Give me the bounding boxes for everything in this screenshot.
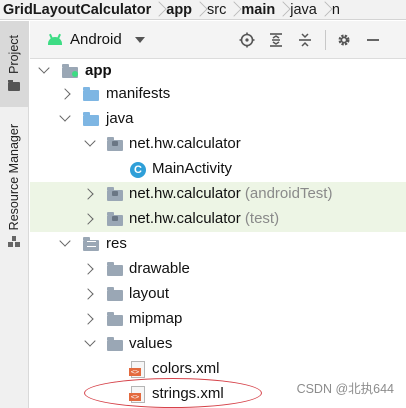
breadcrumb-project[interactable]: GridLayoutCalculator bbox=[0, 2, 155, 18]
tree-row-package-android-test[interactable]: net.hw.calculator (androidTest) bbox=[30, 182, 406, 207]
tree-row-drawable[interactable]: drawable bbox=[30, 257, 406, 282]
tree-row-res[interactable]: res bbox=[30, 232, 406, 257]
chevron-right-icon[interactable] bbox=[59, 88, 71, 100]
tree-row-package-test[interactable]: net.hw.calculator (test) bbox=[30, 207, 406, 232]
breadcrumb-separator-icon bbox=[279, 0, 286, 19]
tree-row-app[interactable]: app bbox=[30, 59, 406, 84]
breadcrumb: GridLayoutCalculator app src main java n bbox=[0, 0, 406, 20]
folder-icon bbox=[107, 286, 124, 302]
tree-row-java[interactable]: java bbox=[30, 107, 406, 132]
chevron-down-icon[interactable] bbox=[59, 235, 71, 247]
annotation-oval bbox=[84, 378, 262, 408]
java-class-icon: C bbox=[130, 161, 147, 178]
breadcrumb-separator-icon bbox=[155, 0, 162, 19]
tree-label-res: res bbox=[106, 235, 127, 252]
folder-icon bbox=[107, 336, 124, 352]
chevron-right-icon[interactable] bbox=[82, 313, 94, 325]
tree-label-main-activity: MainActivity bbox=[152, 160, 233, 177]
chevron-down-icon[interactable] bbox=[84, 135, 96, 147]
expand-all-icon[interactable] bbox=[263, 27, 289, 53]
tree-label-layout: layout bbox=[129, 285, 170, 302]
project-tab-label: Project bbox=[7, 35, 21, 74]
module-folder-icon bbox=[62, 63, 79, 79]
android-icon bbox=[47, 33, 63, 45]
tree-label-package-test: net.hw.calculator (test) bbox=[129, 210, 280, 227]
chevron-down-icon[interactable] bbox=[38, 62, 50, 74]
tree-row-layout[interactable]: layout bbox=[30, 282, 406, 307]
settings-icon[interactable] bbox=[331, 27, 357, 53]
tree-label-package-main: net.hw.calculator bbox=[129, 135, 241, 152]
chevron-down-icon[interactable] bbox=[84, 335, 96, 347]
tree-label-colors-xml: colors.xml bbox=[152, 360, 220, 377]
breadcrumb-separator-icon bbox=[321, 0, 328, 19]
chevron-down-icon[interactable] bbox=[134, 36, 145, 43]
folder-icon bbox=[83, 86, 100, 102]
view-selector[interactable]: Android bbox=[70, 31, 122, 48]
chevron-down-icon[interactable] bbox=[59, 110, 71, 122]
chevron-right-icon[interactable] bbox=[82, 213, 94, 225]
tree-row-manifests[interactable]: manifests bbox=[30, 82, 406, 107]
watermark: CSDN @北执644 bbox=[296, 382, 394, 396]
package-folder-icon bbox=[107, 186, 124, 202]
project-toolbar: Android bbox=[30, 21, 406, 59]
resources-folder-icon bbox=[83, 236, 100, 252]
folder-icon bbox=[8, 79, 20, 91]
package-folder-icon bbox=[107, 136, 124, 152]
chevron-right-icon[interactable] bbox=[82, 188, 94, 200]
toolbar-actions bbox=[234, 21, 389, 59]
tool-window-strip: Project Resource Manager bbox=[0, 21, 29, 408]
chevron-right-icon[interactable] bbox=[82, 288, 94, 300]
xml-file-icon: <> bbox=[129, 361, 147, 378]
breadcrumb-separator-icon bbox=[230, 0, 237, 19]
tree-row-package-main[interactable]: net.hw.calculator bbox=[30, 132, 406, 157]
breadcrumb-main[interactable]: main bbox=[237, 2, 279, 18]
tree-label-drawable: drawable bbox=[129, 260, 190, 277]
project-tree: app manifests java net.hw.calculator C M… bbox=[30, 59, 406, 408]
project-tool-tab[interactable]: Project bbox=[0, 21, 28, 107]
collapse-all-icon[interactable] bbox=[292, 27, 318, 53]
resource-manager-tool-tab[interactable]: Resource Manager bbox=[0, 124, 28, 248]
resource-manager-tab-label: Resource Manager bbox=[7, 124, 21, 231]
tree-label-manifests: manifests bbox=[106, 85, 171, 102]
tree-label-java: java bbox=[106, 110, 134, 127]
locate-icon[interactable] bbox=[234, 27, 260, 53]
tree-label-mipmap: mipmap bbox=[129, 310, 183, 327]
folder-icon bbox=[107, 311, 124, 327]
toolbar-divider bbox=[325, 30, 326, 50]
tree-row-values[interactable]: values bbox=[30, 332, 406, 357]
tree-row-main-activity[interactable]: C MainActivity bbox=[30, 157, 406, 182]
breadcrumb-java[interactable]: java bbox=[286, 2, 321, 18]
chevron-right-icon[interactable] bbox=[82, 263, 94, 275]
folder-icon bbox=[107, 261, 124, 277]
tree-label-package-android-test: net.hw.calculator (androidTest) bbox=[129, 185, 333, 202]
hide-icon[interactable] bbox=[360, 27, 386, 53]
tree-label-values: values bbox=[129, 335, 173, 352]
tree-row-mipmap[interactable]: mipmap bbox=[30, 307, 406, 332]
resource-manager-icon bbox=[8, 236, 20, 248]
package-folder-icon bbox=[107, 211, 124, 227]
breadcrumb-app[interactable]: app bbox=[162, 2, 196, 18]
folder-icon bbox=[83, 111, 100, 127]
breadcrumb-separator-icon bbox=[196, 0, 203, 19]
tree-label-app: app bbox=[85, 62, 112, 79]
